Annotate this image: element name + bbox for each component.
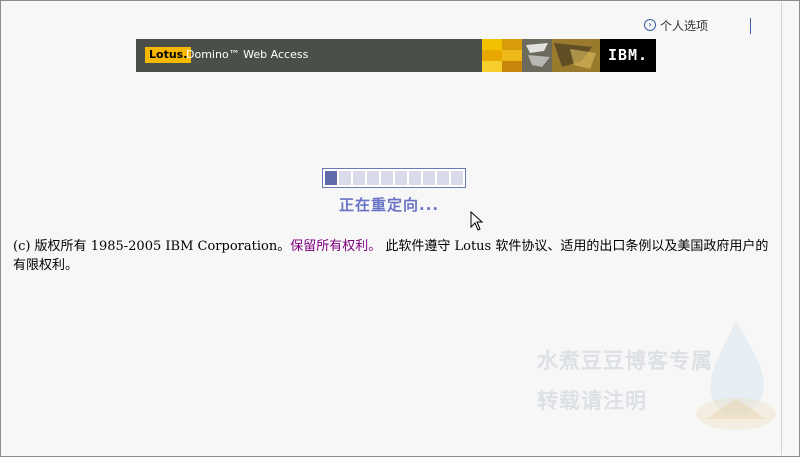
banner-mosaic-graphic <box>482 39 600 72</box>
copyright-notice: (c) 版权所有 1985-2005 IBM Corporation。保留所有权… <box>13 237 778 275</box>
progress-segment <box>437 171 449 185</box>
domino-banner: Lotus. Domino™ Web Access IBM. <box>136 39 656 72</box>
mouse-cursor-icon <box>470 211 484 231</box>
personal-options-label: 个人选项 <box>660 18 709 33</box>
progress-segment <box>423 171 435 185</box>
progress-segment <box>395 171 407 185</box>
watermark-text: 水煮豆豆博客专属 转载请注明 <box>537 341 713 421</box>
product-name: Domino™ Web Access <box>186 48 309 61</box>
watermark-line-1: 水煮豆豆博客专属 <box>537 349 713 373</box>
progress-segment <box>339 171 351 185</box>
browser-page: › 个人选项 Lotus. Domino™ Web Access IBM. 正在… <box>0 0 800 457</box>
lotus-logo: Lotus. <box>145 47 192 63</box>
chevron-right-icon: › <box>644 19 656 31</box>
header-divider <box>750 18 751 34</box>
ibm-logo: IBM. <box>600 39 656 72</box>
personal-options-link[interactable]: › 个人选项 <box>644 18 709 33</box>
vertical-scrollbar[interactable] <box>781 2 798 455</box>
all-rights-reserved-link[interactable]: 保留所有权利。 <box>290 239 381 254</box>
progress-segment <box>451 171 463 185</box>
copyright-prefix: (c) 版权所有 1985-2005 IBM Corporation。 <box>13 239 291 254</box>
watermark-line-2: 转载请注明 <box>537 389 647 413</box>
progress-segment <box>409 171 421 185</box>
progress-segment <box>353 171 365 185</box>
progress-segment <box>381 171 393 185</box>
progress-segment <box>325 171 337 185</box>
redirecting-status: 正在重定向... <box>339 196 440 214</box>
progress-segment <box>367 171 379 185</box>
redirect-progress-bar <box>322 168 466 188</box>
